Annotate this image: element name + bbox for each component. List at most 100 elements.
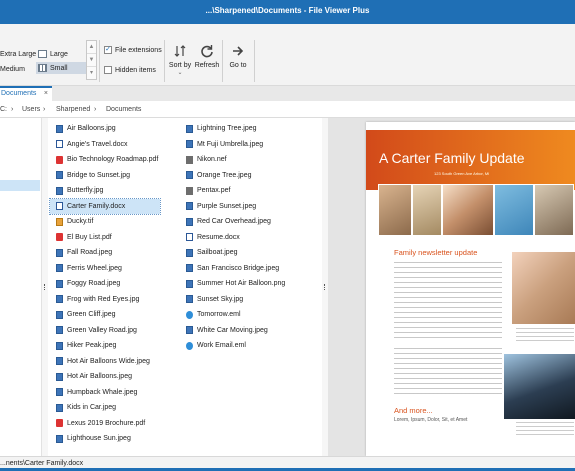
file-item[interactable]: Kids in Car.jpeg [50,400,160,416]
tab-bar: Documents × [0,86,575,101]
breadcrumb-users[interactable]: Users [22,106,40,113]
title-bar: ...\Sharpened\Documents - File Viewer Pl… [0,0,575,24]
file-item[interactable]: El Buy List.pdf [50,230,160,246]
breadcrumb-documents[interactable]: Documents [106,106,141,113]
file-item[interactable]: Green Cliff.jpeg [50,307,160,323]
newsletter-title: A Carter Family Update [379,150,525,166]
file-name: Kids in Car.jpeg [67,404,117,412]
size-extra-large-option[interactable]: Extra Large [0,48,36,60]
file-item[interactable]: Tomorrow.eml [180,307,287,323]
file-name: Summer Hot Air Balloon.png [197,280,286,288]
size-extra-large-label: Extra Large [0,50,37,58]
file-name: Sailboat.jpeg [197,249,238,257]
file-item[interactable]: Lexus 2019 Brochure.pdf [50,416,160,432]
file-item[interactable]: Butterfly.jpg [50,183,160,199]
file-item[interactable]: Bio Technology Roadmap.pdf [50,152,160,168]
file-name: Hot Air Balloons Wide.jpeg [67,357,150,365]
file-item[interactable]: Resume.docx [180,230,287,246]
file-item[interactable]: Work Email.eml [180,338,287,354]
image-icon [56,124,63,133]
file-name: Bridge to Sunset.jpg [67,171,131,179]
file-item[interactable]: Lightning Tree.jpeg [180,121,287,137]
file-item[interactable]: Bridge to Sunset.jpg [50,168,160,184]
file-item[interactable]: White Car Moving.jpeg [180,323,287,339]
file-item[interactable]: Ferris Wheel.jpeg [50,261,160,277]
file-name: Fall Road.jpeg [67,249,113,257]
file-item[interactable]: Green Valley Road.jpg [50,323,160,339]
image-icon [56,326,63,335]
file-item[interactable]: Nikon.nef [180,152,287,168]
newsletter-banner: A Carter Family Update 123 South Green A… [366,130,575,190]
newsletter-photo-strip [378,184,574,236]
refresh-button[interactable]: Refresh [191,42,223,82]
photo-caption [516,422,574,436]
file-item[interactable]: Hot Air Balloons.jpeg [50,369,160,385]
file-name: Lightning Tree.jpeg [197,125,257,133]
hidden-items-checkbox[interactable]: Hidden items [104,66,156,74]
chevron-down-icon[interactable]: ▼ [87,54,96,67]
size-large-option[interactable]: Large [38,48,68,60]
file-item[interactable]: Hot Air Balloons Wide.jpeg [50,354,160,370]
folder-tree[interactable] [0,118,42,456]
file-extensions-label: File extensions [115,46,162,54]
file-item[interactable]: Lighthouse Sun.jpeg [50,431,160,447]
status-path: ...nents\Carter Family.docx [0,460,84,467]
file-item[interactable]: Carter Family.docx [48,197,162,215]
file-item[interactable]: Ducky.tif [50,214,160,230]
size-medium-label: Medium [0,65,25,73]
image-icon [186,279,193,288]
file-item[interactable]: Fall Road.jpeg [50,245,160,261]
pdf-icon [56,419,63,428]
file-name: Ducky.tif [67,218,94,226]
file-column-2: Lightning Tree.jpeg Mt Fuji Umbrella.jpeg… [180,121,287,354]
image-icon [186,124,193,133]
splitter-grip-icon [324,284,325,290]
image-icon [56,295,63,304]
size-small-option[interactable]: Small [36,62,86,74]
family-photo [534,184,574,236]
close-icon[interactable]: × [44,90,48,97]
folder-tree-selected-item[interactable] [0,180,40,191]
file-item[interactable]: Foggy Road.jpeg [50,276,160,292]
gallery-more-icon[interactable]: ▾ [87,67,96,80]
size-medium-option[interactable]: Medium [0,63,25,75]
file-extensions-checkbox[interactable]: ✓ File extensions [104,46,162,54]
file-item[interactable]: Air Balloons.jpg [50,121,160,137]
file-item[interactable]: Hiker Peak.jpeg [50,338,160,354]
file-name: San Francisco Bridge.jpeg [197,264,280,272]
file-name: Pentax.pef [197,187,231,195]
file-item[interactable]: Sunset Sky.jpg [180,292,287,308]
raw-icon [186,186,193,195]
file-item[interactable]: Mt Fuji Umbrella.jpeg [180,137,287,153]
breadcrumb-sharpened[interactable]: Sharpened [56,106,90,113]
tab-documents[interactable]: Documents × [0,86,52,101]
breadcrumb-root[interactable]: C: [0,106,7,113]
family-photo [378,184,412,236]
file-item[interactable]: Pentax.pef [180,183,287,199]
file-item[interactable]: Summer Hot Air Balloon.png [180,276,287,292]
sort-by-label: Sort by [168,62,192,69]
breadcrumb: C: › Users › Sharpened › Documents [0,101,575,118]
file-item[interactable]: Angie's Travel.docx [50,137,160,153]
file-item[interactable]: Purple Sunset.jpeg [180,199,287,215]
file-item[interactable]: Red Car Overhead.jpeg [180,214,287,230]
small-icons-icon [38,64,47,72]
go-to-button[interactable]: Go to [222,42,254,82]
newsletter-subtitle: 123 South Green Ave Arbor, MI [434,171,490,176]
image-icon [56,341,63,350]
layout-gallery-scroller[interactable]: ▲ ▼ ▾ [86,40,97,80]
image-icon [186,202,193,211]
file-item[interactable]: Sailboat.jpeg [180,245,287,261]
file-item[interactable]: Humpback Whale.jpeg [50,385,160,401]
email-icon [186,341,193,350]
file-name: Air Balloons.jpg [67,125,116,133]
newsletter-body-text [394,262,502,342]
file-item[interactable]: Orange Tree.jpeg [180,168,287,184]
chevron-up-icon[interactable]: ▲ [87,41,96,54]
large-icons-icon [38,50,47,58]
file-item[interactable]: San Francisco Bridge.jpeg [180,261,287,277]
size-large-label: Large [50,50,68,58]
email-icon [186,310,193,319]
file-item[interactable]: Frog with Red Eyes.jpg [50,292,160,308]
file-name: Hiker Peak.jpeg [67,342,117,350]
